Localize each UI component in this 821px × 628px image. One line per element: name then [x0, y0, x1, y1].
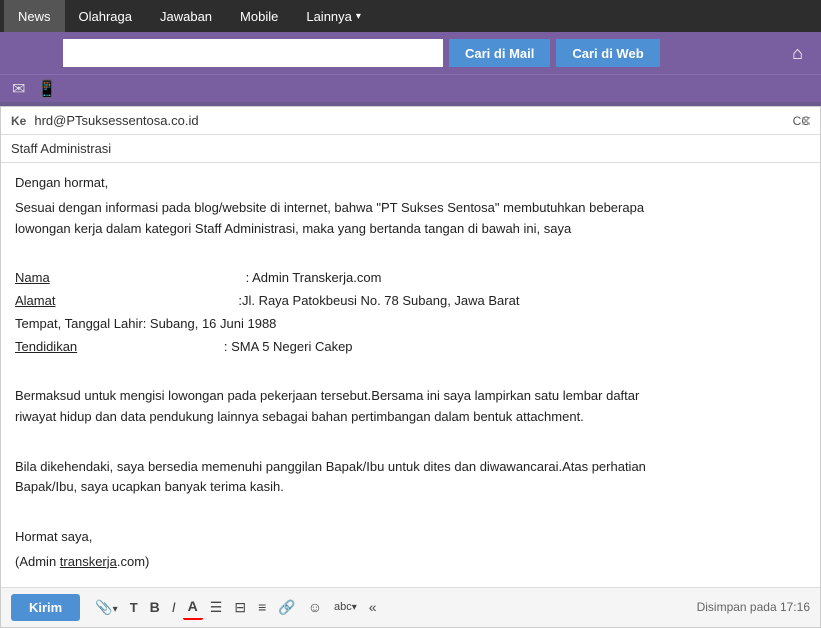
bold-button[interactable]: B	[145, 595, 165, 619]
more-button[interactable]: «	[364, 595, 382, 619]
info-key-nama: Nama	[15, 268, 195, 289]
email-subject-input[interactable]	[11, 141, 810, 156]
search-web-button[interactable]: Cari di Web	[556, 39, 659, 67]
send-button[interactable]: Kirim	[11, 594, 80, 621]
search-input-wrap	[63, 39, 443, 67]
info-key-ttl: Tempat, Tanggal Lahir	[15, 314, 143, 335]
info-table: Nama : Admin Transkerja.com Alamat :Jl. …	[15, 268, 806, 357]
align-button[interactable]: ≡	[253, 595, 271, 619]
nav-lainnya[interactable]: Lainnya ▾	[292, 0, 375, 32]
search-bar: Cari di Mail Cari di Web ⌂	[0, 32, 821, 74]
email-subject-row	[1, 135, 820, 163]
saved-status: Disimpan pada 17:16	[697, 600, 810, 614]
info-row-alamat: Alamat :Jl. Raya Patokbeusi No. 78 Suban…	[15, 291, 806, 312]
info-key-pendidikan: Tendidikan	[15, 337, 195, 358]
search-input[interactable]	[63, 39, 443, 67]
info-row-ttl: Tempat, Tanggal Lahir : Subang, 16 Juni …	[15, 314, 806, 335]
info-key-alamat: Alamat	[15, 291, 195, 312]
nav-olahraga[interactable]: Olahraga	[65, 0, 146, 32]
nav-mobile[interactable]: Mobile	[226, 0, 292, 32]
home-icon: ⌂	[792, 43, 803, 63]
email-body[interactable]: Dengan hormat, Sesuai dengan informasi p…	[1, 163, 820, 587]
email-toolbar: Kirim 📎▾ T B I A ☰ ⊟ ≡ 🔗 ☺ abc▾ « Disimp…	[1, 587, 820, 627]
navbar: News Olahraga Jawaban Mobile Lainnya ▾	[0, 0, 821, 32]
italic-button[interactable]: I	[167, 595, 181, 619]
compose-icon[interactable]: ✉	[12, 79, 25, 99]
to-label: Ke	[11, 114, 26, 128]
body-para1: Bermaksud untuk mengisi lowongan pada pe…	[15, 386, 806, 428]
info-row-pendidikan: Tendidikan : SMA 5 Negeri Cakep	[15, 337, 806, 358]
link-button[interactable]: 🔗	[273, 595, 300, 620]
indent-button[interactable]: ⊟	[229, 595, 251, 620]
nav-jawaban[interactable]: Jawaban	[146, 0, 226, 32]
body-signature: (Admin transkerja.com)	[15, 552, 806, 573]
body-intro: Sesuai dengan informasi pada blog/websit…	[15, 198, 806, 240]
attach-button[interactable]: 📎▾	[90, 595, 122, 620]
nav-news[interactable]: News	[4, 0, 65, 32]
format-text-button[interactable]: T	[125, 596, 143, 619]
font-color-button[interactable]: A	[183, 594, 203, 620]
home-button[interactable]: ⌂	[782, 43, 813, 64]
search-mail-button[interactable]: Cari di Mail	[449, 39, 550, 67]
body-para2: Bila dikehendaki, saya bersedia memenuhi…	[15, 457, 806, 499]
email-to-input[interactable]	[34, 113, 784, 128]
spellcheck-button[interactable]: abc▾	[329, 597, 362, 617]
body-greeting: Dengan hormat,	[15, 173, 806, 194]
body-closing: Hormat saya,	[15, 527, 806, 548]
mobile-icon[interactable]: 📱	[37, 79, 57, 99]
icon-row: ✉ 📱	[0, 74, 821, 102]
info-row-nama: Nama : Admin Transkerja.com	[15, 268, 806, 289]
chevron-down-icon: ▾	[356, 11, 361, 22]
email-compose: Ke CC ✕ Dengan hormat, Sesuai dengan inf…	[0, 106, 821, 628]
emoji-button[interactable]: ☺	[303, 595, 327, 619]
close-icon[interactable]: ✕	[800, 113, 812, 130]
list-button[interactable]: ☰	[205, 595, 228, 620]
email-to-row: Ke CC ✕	[1, 107, 820, 135]
